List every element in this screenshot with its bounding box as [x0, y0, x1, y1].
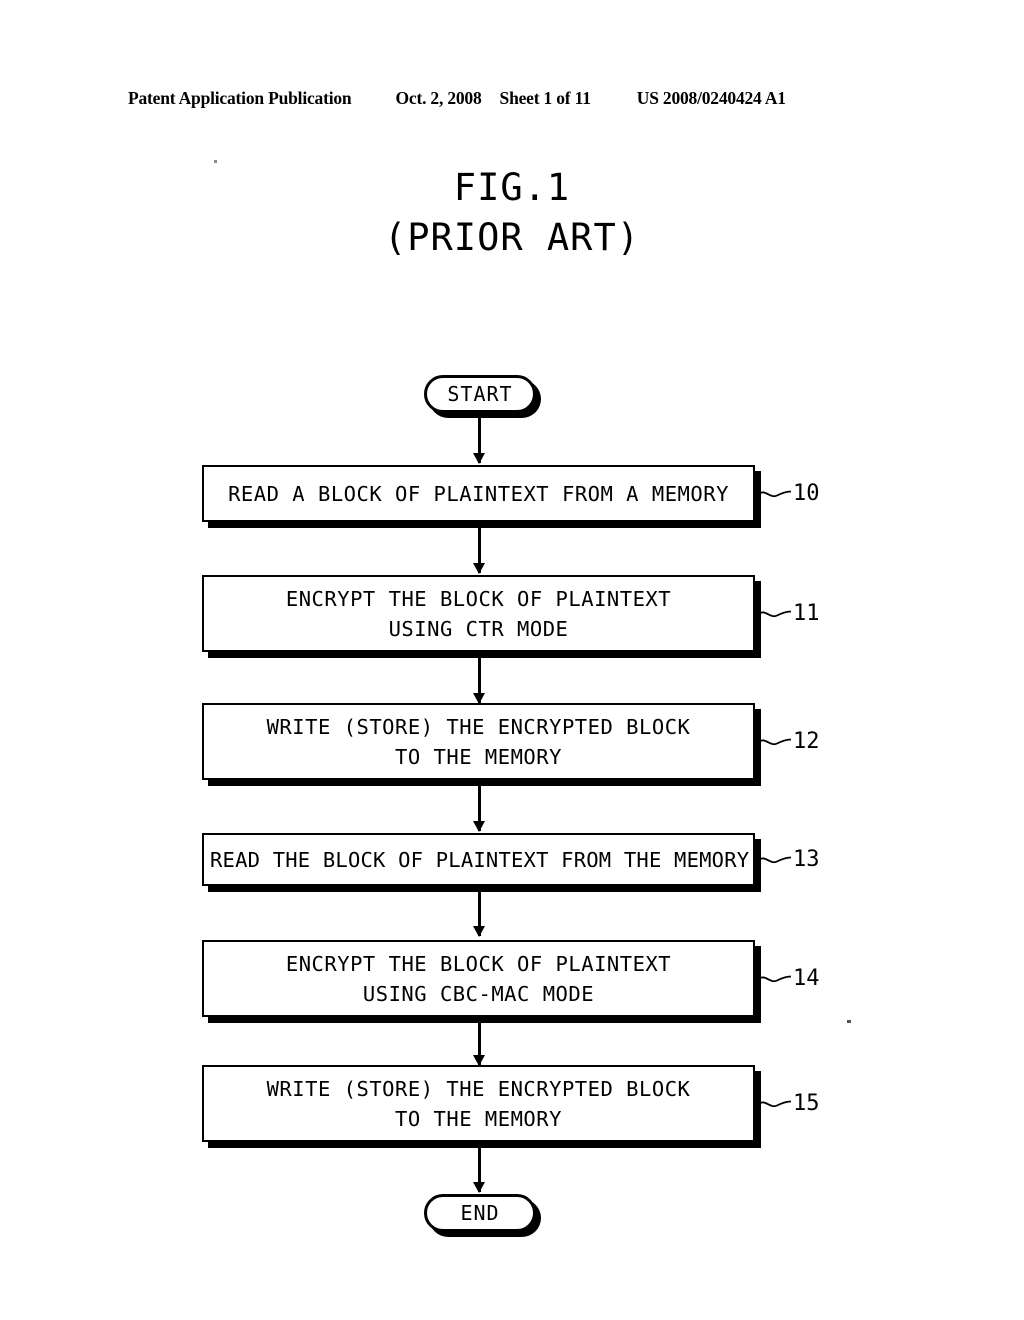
reference-numeral-12-label: 12	[793, 729, 820, 754]
flowchart: START READ A BLOCK OF PLAINTEXT FROM A M…	[0, 0, 1024, 1320]
arrowhead-into-step-13	[473, 821, 485, 832]
reference-numeral-13: 13	[758, 847, 820, 872]
arrowhead-into-step-14	[473, 926, 485, 937]
flow-step-13-line-1: READ THE BLOCK OF PLAINTEXT FROM THE MEM…	[210, 847, 750, 872]
reference-numeral-12: 12	[758, 729, 820, 754]
flow-step-11-line-1: ENCRYPT THE BLOCK OF PLAINTEXT	[285, 586, 672, 611]
flow-node-end: END	[424, 1194, 536, 1232]
flow-step-11-line-2: USING CTR MODE	[388, 616, 569, 641]
flow-step-box-13: READ THE BLOCK OF PLAINTEXT FROM THE MEM…	[202, 833, 755, 886]
flow-step-text-14: ENCRYPT THE BLOCK OF PLAINTEXT USING CBC…	[210, 949, 747, 1009]
leader-line-icon-11	[758, 610, 792, 617]
reference-numeral-14: 14	[758, 966, 820, 991]
flow-step-text-12: WRITE (STORE) THE ENCRYPTED BLOCK TO THE…	[210, 712, 747, 772]
flow-step-15-line-2: TO THE MEMORY	[395, 1106, 562, 1131]
reference-numeral-10-label: 10	[793, 481, 820, 506]
leader-line-icon-12	[758, 738, 792, 745]
reference-numeral-13-label: 13	[793, 847, 820, 872]
reference-numeral-15-label: 15	[793, 1091, 820, 1116]
leader-line-icon-15	[758, 1100, 792, 1107]
scan-speck-right-margin	[847, 1020, 851, 1023]
flow-step-12-line-2: TO THE MEMORY	[395, 744, 562, 769]
flow-step-box-12: WRITE (STORE) THE ENCRYPTED BLOCK TO THE…	[202, 703, 755, 780]
leader-line-icon-14	[758, 975, 792, 982]
flow-node-end-label: END	[460, 1201, 500, 1225]
flow-step-10-line-1: READ A BLOCK OF PLAINTEXT FROM A MEMORY	[228, 481, 729, 506]
flow-step-14-line-1: ENCRYPT THE BLOCK OF PLAINTEXT	[285, 951, 672, 976]
reference-numeral-10: 10	[758, 481, 820, 506]
flow-step-text-10: READ A BLOCK OF PLAINTEXT FROM A MEMORY	[210, 479, 747, 509]
flow-step-15-line-1: WRITE (STORE) THE ENCRYPTED BLOCK	[266, 1076, 691, 1101]
flow-step-box-15: WRITE (STORE) THE ENCRYPTED BLOCK TO THE…	[202, 1065, 755, 1142]
reference-numeral-11-label: 11	[793, 601, 820, 626]
flow-node-start-label: START	[447, 382, 513, 406]
arrowhead-into-step-11	[473, 563, 485, 574]
reference-numeral-11: 11	[758, 601, 820, 626]
leader-line-icon-13	[758, 856, 792, 863]
reference-numeral-15: 15	[758, 1091, 820, 1116]
flow-step-12-line-1: WRITE (STORE) THE ENCRYPTED BLOCK	[266, 714, 691, 739]
scan-speck-upper-left	[214, 160, 217, 163]
reference-numeral-14-label: 14	[793, 966, 820, 991]
flow-step-text-15: WRITE (STORE) THE ENCRYPTED BLOCK TO THE…	[210, 1074, 747, 1134]
arrowhead-into-end	[473, 1182, 485, 1193]
flow-step-box-14: ENCRYPT THE BLOCK OF PLAINTEXT USING CBC…	[202, 940, 755, 1017]
leader-line-icon-10	[758, 490, 792, 497]
flow-step-text-13: READ THE BLOCK OF PLAINTEXT FROM THE MEM…	[210, 845, 750, 875]
flow-step-box-11: ENCRYPT THE BLOCK OF PLAINTEXT USING CTR…	[202, 575, 755, 652]
flow-step-text-11: ENCRYPT THE BLOCK OF PLAINTEXT USING CTR…	[210, 584, 747, 644]
arrowhead-into-step-10	[473, 453, 485, 464]
patent-figure-page: Patent Application Publication Oct. 2, 2…	[0, 0, 1024, 1320]
flow-step-14-line-2: USING CBC-MAC MODE	[362, 981, 595, 1006]
flow-step-box-10: READ A BLOCK OF PLAINTEXT FROM A MEMORY	[202, 465, 755, 522]
flow-node-start: START	[424, 375, 536, 413]
